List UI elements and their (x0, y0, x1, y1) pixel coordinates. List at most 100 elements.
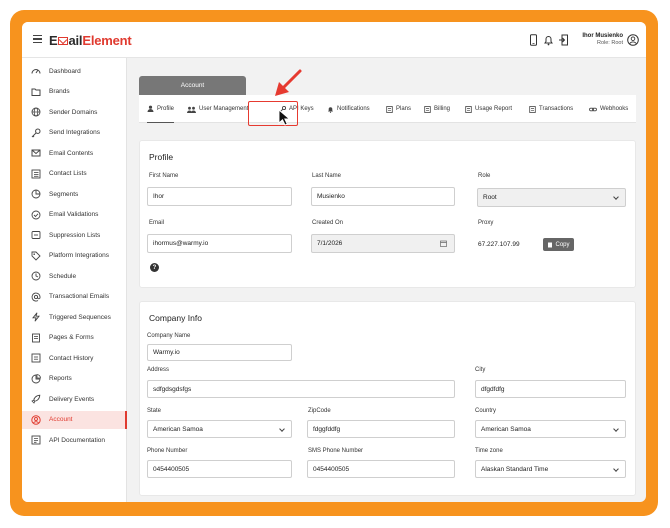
sidebar-item-segments[interactable]: Segments (22, 185, 127, 203)
help-icon[interactable]: ? (150, 263, 159, 272)
logout-icon[interactable] (558, 34, 569, 46)
logo[interactable]: EailElement (49, 33, 132, 48)
state-select[interactable]: American Samoa (147, 420, 292, 438)
proxy-value: 67.227.107.99 (478, 241, 520, 248)
tab-webhooks[interactable]: Webhooks (589, 95, 628, 123)
user-name: Ihor Musienko (582, 33, 623, 39)
address-label: Address (147, 367, 170, 373)
tab-usage-report[interactable]: Usage Report (465, 95, 512, 123)
sidebar-item-transactional-emails[interactable]: Transactional Emails (22, 288, 127, 306)
clock-icon (31, 271, 41, 281)
tab-notifications[interactable]: Notifications (327, 95, 370, 123)
plans-icon (386, 105, 393, 113)
transactions-icon (529, 105, 536, 113)
mail-icon (31, 149, 41, 157)
zipcode-field[interactable]: fdggfddfg (307, 420, 455, 438)
country-label: Country (475, 408, 497, 414)
bell-icon (328, 106, 333, 113)
tab-transactions[interactable]: Transactions (529, 95, 573, 123)
country-select-value: American Samoa (481, 425, 531, 433)
state-select-value: American Samoa (153, 425, 203, 433)
company-title: Company Info (149, 313, 202, 323)
lightning-icon (32, 312, 40, 322)
account-section-tab[interactable]: Account (139, 76, 246, 95)
copy-icon (548, 242, 553, 247)
rocket-icon (31, 394, 41, 404)
sidebar-item-platform-integrations[interactable]: Platform Integrations (22, 247, 127, 265)
sidebar-item-api-documentation[interactable]: API Documentation (22, 431, 127, 449)
chevron-down-icon (613, 426, 619, 432)
sidebar-item-brands[interactable]: Brands (22, 83, 127, 101)
sidebar-item-delivery-events[interactable]: Delivery Events (22, 390, 127, 408)
sidebar-item-dashboard[interactable]: Dashboard (22, 62, 127, 80)
sidebar-item-sender-domains[interactable]: Sender Domains (22, 103, 127, 121)
first-name-field[interactable]: Ihor (147, 187, 292, 206)
sidebar-item-contact-lists[interactable]: Contact Lists (22, 165, 127, 183)
timezone-label: Time zone (475, 448, 503, 454)
account-tabbar: Profile User Management API Keys Notific… (139, 95, 636, 123)
last-name-field[interactable]: Musienko (311, 187, 455, 206)
top-header: EailElement Ihor Musienko Role: Root (22, 22, 646, 58)
role-select-value: Root (483, 194, 497, 201)
report-icon (465, 105, 472, 113)
sidebar-item-send-integrations[interactable]: Send Integrations (22, 124, 127, 142)
chevron-down-icon (279, 426, 285, 432)
proxy-label: Proxy (478, 220, 494, 226)
sidebar-item-email-contents[interactable]: Email Contents (22, 144, 127, 162)
address-field[interactable]: sdfgdsgdsfgs (147, 380, 455, 398)
tab-plans[interactable]: Plans (386, 95, 411, 123)
calendar-icon (440, 240, 447, 247)
created-on-field: 7/1/2026 (311, 234, 455, 253)
tab-profile[interactable]: Profile (147, 95, 175, 123)
mouse-cursor-icon (278, 109, 291, 126)
state-label: State (147, 408, 162, 414)
created-on-label: Created On (312, 220, 344, 226)
profile-title: Profile (149, 152, 174, 162)
sidebar-item-pages-forms[interactable]: Pages & Forms (22, 329, 127, 347)
at-icon (31, 292, 41, 301)
sidebar-item-reports[interactable]: Reports (22, 370, 127, 388)
timezone-select-value: Alaskan Standard Time (481, 465, 549, 473)
billing-icon (424, 105, 431, 113)
gauge-icon (31, 69, 41, 74)
sidebar-item-email-validations[interactable]: Email Validations (22, 206, 127, 224)
list-icon (31, 169, 41, 178)
pie-icon (31, 373, 41, 383)
red-arrow-icon (275, 69, 302, 96)
created-on-value: 7/1/2026 (317, 240, 343, 247)
user-circle-icon[interactable] (627, 34, 639, 46)
phone-icon[interactable] (528, 34, 539, 46)
city-label: City (475, 367, 486, 373)
company-name-field[interactable]: Warmy.io (147, 344, 292, 361)
timezone-select[interactable]: Alaskan Standard Time (475, 460, 626, 478)
phone-field[interactable]: 0454400505 (147, 460, 292, 478)
profile-card (139, 140, 636, 288)
envelope-icon (57, 37, 68, 45)
sidebar-item-suppression-lists[interactable]: Suppression Lists (22, 226, 127, 244)
hamburger-menu-icon[interactable] (33, 35, 42, 43)
users-icon (187, 106, 196, 113)
sidebar-item-triggered-sequences[interactable]: Triggered Sequences (22, 308, 127, 326)
email-label: Email (149, 220, 165, 226)
app-window: EailElement Ihor Musienko Role: Root Das… (22, 22, 646, 502)
company-name-label: Company Name (147, 333, 191, 339)
sidebar-item-schedule[interactable]: Schedule (22, 267, 127, 285)
key-icon (31, 128, 41, 137)
role-select[interactable]: Root (477, 188, 626, 207)
sidebar-item-account[interactable]: Account (22, 410, 127, 429)
sms-phone-field[interactable]: 0454400505 (307, 460, 455, 478)
last-name-label: Last Name (312, 173, 342, 179)
folder-icon (31, 88, 41, 96)
copy-button[interactable]: Copy (543, 238, 574, 251)
tab-user-management[interactable]: User Management (187, 95, 248, 123)
sms-phone-label: SMS Phone Number (308, 448, 364, 454)
city-field[interactable]: dfgdfdfg (475, 380, 626, 398)
country-select[interactable]: American Samoa (475, 420, 626, 438)
tab-billing[interactable]: Billing (424, 95, 450, 123)
email-field[interactable]: ihormus@warmy.io (147, 234, 292, 253)
account-icon (31, 414, 41, 425)
sidebar-item-contact-history[interactable]: Contact History (22, 349, 127, 367)
sidebar: Dashboard Brands Sender Domains Send Int… (22, 58, 127, 502)
bell-icon[interactable] (543, 34, 554, 46)
chevron-down-icon (613, 194, 619, 200)
